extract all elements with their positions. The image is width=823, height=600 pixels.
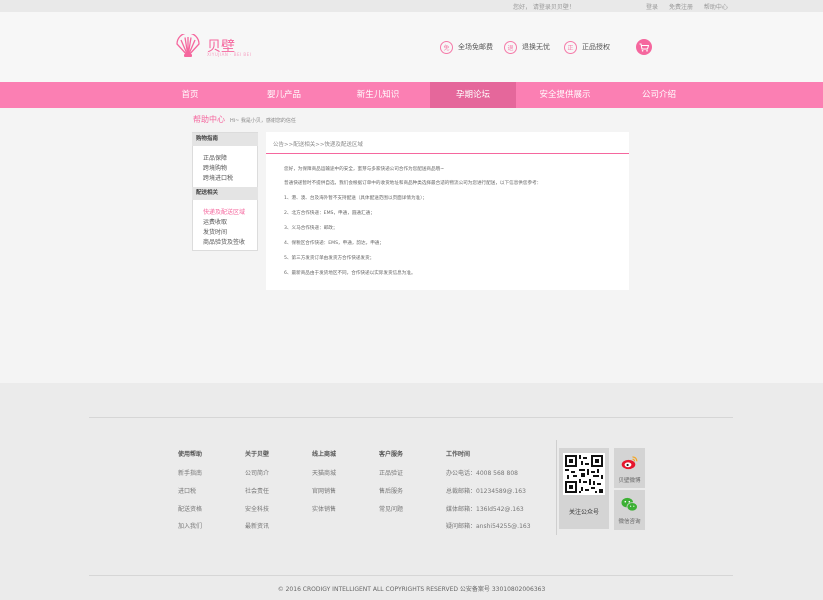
content-breadcrumb: 公告>>配送相关>>快递及配送区域 [273,142,363,148]
page-subtitle: Hi~ 我是小贝，感谢您的信任 [230,118,296,124]
feature-free-shipping: 免 全场免邮费 [440,40,493,54]
footer-link[interactable]: 配送资格 [178,504,202,513]
sidebar-item-inspection[interactable]: 商品验货及签收 [203,237,245,246]
footer [0,383,823,600]
footer-link[interactable]: 进口税 [178,486,196,495]
sidebar-section-shopping-guide: 购物指南 [192,133,258,146]
greeting-text: 您好， 请登录贝贝壁！ [513,4,575,11]
footer-link[interactable]: 售后服务 [379,486,403,495]
footer-contact: 总裁邮箱：01234589@.163 [446,488,526,495]
feature-return: 退 退换无忧 [504,40,550,54]
page-title: 帮助中心 [193,115,225,124]
weibo-icon [621,456,638,470]
cart-icon[interactable] [636,39,652,55]
top-links: 登录 免费注册 帮助中心 [646,2,737,11]
feature-authentic: 正 正品授权 [564,40,610,54]
footer-link[interactable]: 公司简介 [245,468,269,477]
footer-link[interactable]: 加入我们 [178,521,202,530]
register-link[interactable]: 免费注册 [669,4,693,11]
nav-home[interactable]: 首页 [170,82,210,108]
footer-divider [89,575,733,576]
wechat-label: 微信咨询 [618,519,641,525]
footer-contact: 疑问邮箱：anshi54255@.163 [446,523,531,530]
content-paragraph: 普通快递暂时不提供自选，我们会根据订单中的收货地址和商品种类选择最合适的物流公司… [284,181,542,186]
footer-link[interactable]: 正品验证 [379,468,403,477]
footer-col-title: 客户服务 [379,451,404,458]
nav-about-company[interactable]: 公司介绍 [636,82,682,108]
footer-separator [556,440,557,535]
footer-contact: 媒体邮箱：136ld542@.163 [446,506,524,513]
sidebar-item-authentic[interactable]: 正品保障 [203,153,227,162]
feature-label: 正品授权 [582,43,610,51]
wechat-icon [621,497,638,512]
help-center-link[interactable]: 帮助中心 [704,4,728,11]
footer-col-title: 使用帮助 [178,451,203,458]
content-paragraph: 4、保税区合作快递：EMS，申通，韵达，申通； [284,241,384,246]
footer-col-title: 线上商城 [312,451,337,458]
nav-newborn-knowledge[interactable]: 新生儿知识 [350,82,406,108]
shell-logo-icon[interactable] [174,32,202,60]
footer-link[interactable]: 最新资讯 [245,521,269,530]
footer-link[interactable]: 常见问题 [379,504,403,513]
weibo-label: 贝壁微博 [618,478,641,484]
footer-link[interactable]: 社会责任 [245,486,269,495]
nav-baby-products[interactable]: 婴儿产品 [260,82,308,108]
sidebar-item-delivery-area[interactable]: 快递及配送区域 [203,207,245,216]
qr-label: 关注公众号 [568,509,599,516]
content-paragraph: 1、港、澳、台及海外暂不支持配送（具体配送范围以页面详情为准）； [284,196,428,201]
content-paragraph: 2、北方合作快递：EMS，申通，圆通汇通； [284,211,375,216]
footer-link[interactable]: 天猫商城 [312,468,336,477]
footer-link[interactable]: 实体销售 [312,504,336,513]
content-paragraph: 5、第三方发货订单由发货方合作快递发货； [284,256,375,261]
footer-link[interactable]: 安全科技 [245,504,269,513]
footer-col-title: 工作时间 [446,451,471,458]
nav-safety-showcase[interactable]: 安全提供展示 [533,82,597,108]
content-divider [266,153,629,154]
sidebar-item-import-tax[interactable]: 跨境进口税 [203,173,233,182]
sidebar-section-delivery: 配送相关 [192,187,258,200]
qr-code-icon [563,453,605,495]
free-shipping-icon: 免 [440,40,453,54]
sidebar-item-cross-border[interactable]: 跨境购物 [203,163,227,172]
footer-col-title: 关于贝壁 [245,451,270,458]
sidebar-item-ship-time[interactable]: 发货时间 [203,227,227,236]
footer-contact: 办公电话：4008 568 808 [446,470,518,477]
footer-link[interactable]: 官网销售 [312,486,336,495]
sidebar-item-shipping-fee[interactable]: 运费收取 [203,217,227,226]
header [0,12,823,82]
footer-link[interactable]: 新手指南 [178,468,202,477]
return-icon: 退 [504,40,517,54]
content-paragraph: 您好，为保障商品运输途中的安全，蜜芽与多家快递公司合作为您配送商品哦~ [284,167,445,172]
main-nav [0,82,823,108]
login-link[interactable]: 登录 [646,4,658,11]
feature-label: 退换无忧 [522,43,550,51]
copyright: © 2016 CRODIGY INTELLIGENT ALL COPYRIGHT… [277,586,546,593]
feature-label: 全场免邮费 [458,43,493,51]
content-paragraph: 3、义马合作快递：邮政； [284,226,338,231]
authentic-icon: 正 [564,40,577,54]
content-paragraph: 6、最新商品由于发货地区不同，合作快递以实际发货信息为准。 [284,271,416,276]
logo-subtitle: XIYUJIAN · BEI BEI [207,52,252,57]
footer-divider [89,417,733,418]
nav-pregnancy-forum[interactable]: 孕期论坛 [430,82,516,108]
